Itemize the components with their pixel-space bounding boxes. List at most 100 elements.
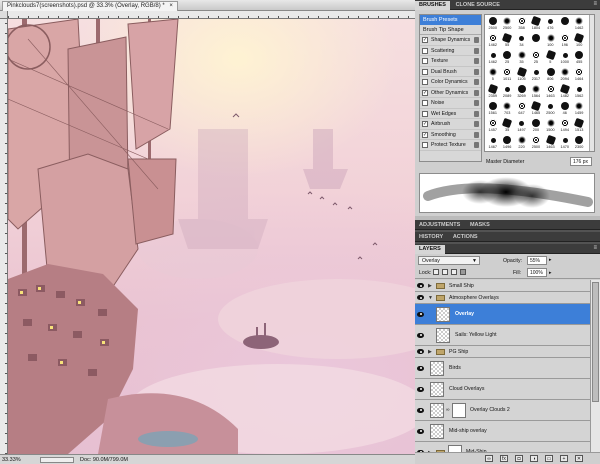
eye-icon[interactable] [417,295,424,300]
lock-icon[interactable] [474,100,479,106]
layer-thumbnail[interactable] [430,403,444,418]
panel-menu-icon[interactable]: ≡ [593,245,597,251]
tab-history[interactable]: HISTORY [415,233,447,242]
brush-preset[interactable]: 1011 [500,67,514,84]
brush-preset[interactable]: 1494 [558,118,572,135]
fill-dropdown-icon[interactable]: ▸ [549,270,552,276]
brush-preset[interactable]: 1462 [572,16,586,33]
chevron-right-icon[interactable]: ▶ [428,349,432,355]
adjustment-icon[interactable]: ◑ [530,455,538,462]
brush-option-scattering[interactable]: Scattering [420,46,481,56]
zoom-level[interactable]: 33.33% [2,457,21,463]
brush-preset[interactable]: 5 [486,67,500,84]
vertical-ruler[interactable] [0,19,8,454]
tab-clone-source[interactable]: CLONE SOURCE [452,1,504,10]
eye-icon[interactable] [417,283,424,288]
brush-preset[interactable]: 1496 [500,135,514,151]
brush-grid-scrollbar[interactable] [589,15,594,151]
close-icon[interactable]: × [169,3,173,9]
brush-preset[interactable]: 1513 [572,117,586,135]
layer-thumbnail[interactable] [430,382,444,397]
lock-icon[interactable] [474,142,479,148]
brush-option-airbrush[interactable]: ✓ Airbrush [420,119,481,130]
opacity-input[interactable]: 55% [527,256,547,265]
brush-preset[interactable]: 35 [515,50,529,67]
eye-icon[interactable] [417,386,424,392]
master-diameter-input[interactable]: 176 px [570,157,592,166]
brush-preset[interactable] [529,33,543,50]
brush-preset[interactable]: 1000 [558,50,572,67]
checkbox[interactable] [422,58,428,64]
layer-list-scrollbar[interactable] [590,280,600,452]
lock-icon[interactable] [474,58,479,64]
eye-icon[interactable] [417,332,424,338]
panel-menu-icon[interactable]: ≡ [593,1,597,7]
layer-mask-thumbnail[interactable] [448,445,462,452]
eye-icon[interactable] [417,365,424,371]
brush-preset[interactable]: 1500 [544,118,558,135]
layer-row[interactable]: Mid-ship overlay [415,421,590,442]
brush-preset[interactable]: 647 [515,101,529,118]
brush-preset[interactable]: 358 [515,16,529,33]
layer-thumbnail[interactable] [436,328,450,343]
brush-preset[interactable]: 2317 [529,67,543,84]
brush-preset[interactable] [558,16,572,33]
group-icon[interactable]: ▭ [545,455,553,462]
blend-mode-select[interactable]: Overlay ▼ [418,256,480,265]
layer-row[interactable]: ▼ Atmosphere Overlays [415,292,590,304]
new-layer-icon[interactable]: + [560,455,568,462]
brush-preset[interactable]: 3269 [515,84,529,101]
brush-preset[interactable]: 2300 [572,135,586,151]
brush-preset[interactable]: 1105 [515,66,529,84]
link-icon[interactable]: ∞ [446,407,450,413]
brush-preset[interactable]: 1467 [486,135,500,151]
tab-brushes[interactable]: BRUSHES [415,1,450,10]
tab-layers[interactable]: LAYERS [415,245,445,254]
tab-masks[interactable]: MASKS [466,221,494,230]
fx-icon[interactable]: fx [500,455,508,462]
fill-input[interactable]: 100% [527,268,547,277]
brush-option-texture[interactable]: Texture [420,56,481,67]
eye-icon[interactable] [417,428,424,434]
lock-icon[interactable] [474,47,479,54]
brush-preset[interactable]: 200 [529,118,543,135]
layer-list[interactable]: ▶ Small Ship ▼ Atmosphere Overlays Overlay Sa… [415,280,600,452]
checkbox[interactable] [422,47,428,54]
checkbox[interactable] [422,100,428,106]
lock-position-icon[interactable] [451,269,457,275]
layer-row[interactable]: Overlay [415,304,590,325]
layer-thumbnail[interactable] [430,424,444,439]
checkbox[interactable] [422,142,428,148]
brush-option-shape-dynamics[interactable]: ✓ Shape Dynamics [420,35,481,46]
brush-preset[interactable]: 2094 [558,67,572,84]
brush-preset-grid[interactable]: 2500 2500 358 1804 476 1462 1462 55 34 100 196 100 1… [484,14,595,152]
lock-icon[interactable] [474,79,479,85]
brush-tip-shape-item[interactable]: Brush Tip Shape [420,25,481,35]
opacity-dropdown-icon[interactable]: ▸ [549,257,552,263]
eye-icon[interactable] [417,311,424,317]
brush-option-wet-edges[interactable]: Wet Edges [420,109,481,119]
tab-adjustments[interactable]: ADJUSTMENTS [415,221,464,230]
layer-row[interactable]: Cloud Overlays [415,379,590,400]
brush-preset[interactable]: 2500 [544,101,558,118]
brush-option-dual-brush[interactable]: Dual Brush [420,67,481,77]
checkbox[interactable]: ✓ [422,89,428,96]
brush-preset[interactable]: 220 [515,135,529,151]
brush-preset[interactable]: 1561 [486,101,500,118]
brush-option-protect-texture[interactable]: Protect Texture [420,140,481,151]
layer-row[interactable]: Sails: Yellow Light [415,325,590,346]
brush-preset[interactable]: 703 [500,101,514,118]
brush-preset[interactable]: 196 [558,33,572,50]
lock-icon[interactable] [474,121,479,127]
checkbox[interactable] [422,79,428,85]
layer-row[interactable]: ▶ Small Ship [415,280,590,292]
brush-preset[interactable]: 1482 [558,83,572,101]
horizontal-ruler[interactable] [8,11,415,19]
brush-preset[interactable]: 2500 [486,16,500,33]
brush-preset[interactable]: 2500 [500,16,514,33]
lock-icon[interactable] [474,110,479,117]
lock-icon[interactable] [474,89,479,96]
layer-row[interactable]: Birds [415,358,590,379]
checkbox[interactable] [422,110,428,117]
document-tab[interactable]: Pinkclouds7(screenshots).psd @ 33.3% (Ov… [2,1,178,11]
